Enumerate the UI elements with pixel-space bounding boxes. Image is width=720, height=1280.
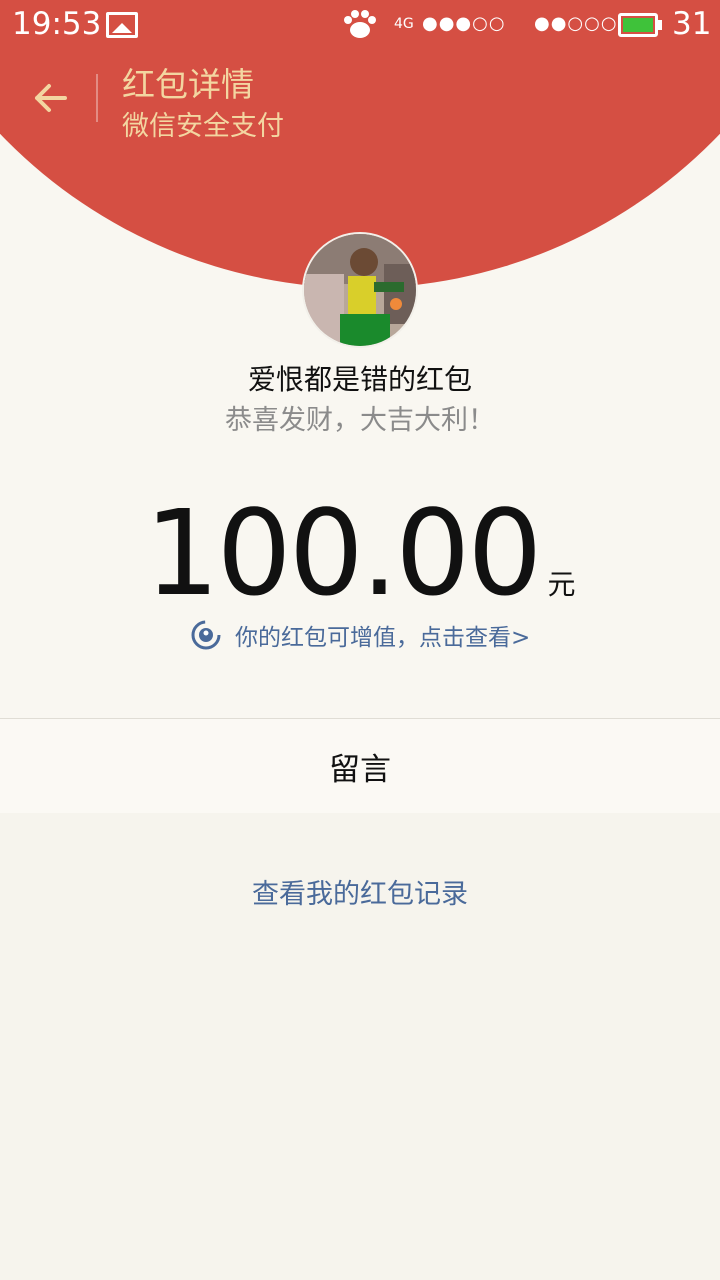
battery-icon xyxy=(618,13,658,37)
page-subtitle: 微信安全支付 xyxy=(122,111,284,142)
arrow-left-icon xyxy=(35,84,67,112)
increase-link-label: 你的红包可增值，点击查看> xyxy=(235,625,531,651)
gallery-icon xyxy=(106,12,138,38)
blessing-text: 恭喜发财，大吉大利！ xyxy=(225,405,495,436)
amount-unit: 元 xyxy=(547,568,576,601)
sender-avatar[interactable] xyxy=(302,232,418,348)
view-records-link[interactable]: 查看我的红包记录 xyxy=(0,872,720,911)
wallet-coin-icon xyxy=(191,620,221,650)
page-title: 红包详情 xyxy=(122,65,254,104)
amount-value: 100.00 xyxy=(144,484,543,622)
back-button[interactable] xyxy=(26,74,74,122)
message-button[interactable]: 留言 xyxy=(0,719,720,813)
message-label: 留言 xyxy=(329,751,391,788)
amount-row: 100.00 元 xyxy=(0,484,720,622)
signal-sim2-icon: ●●○○○ xyxy=(534,13,618,34)
increase-value-link[interactable]: 你的红包可增值，点击查看> xyxy=(0,618,720,652)
battery-level: 31 xyxy=(672,6,712,42)
sender-name: 爱恨都是错的红包 xyxy=(247,363,472,396)
network-type: 4G xyxy=(394,16,414,32)
status-bar: 19:53 4G ●●●○○ ●●○○○ 31 xyxy=(0,0,720,52)
paw-icon xyxy=(344,10,376,38)
status-time: 19:53 xyxy=(12,6,102,42)
signal-sim1-icon: ●●●○○ xyxy=(422,13,506,34)
header-divider xyxy=(96,74,98,122)
